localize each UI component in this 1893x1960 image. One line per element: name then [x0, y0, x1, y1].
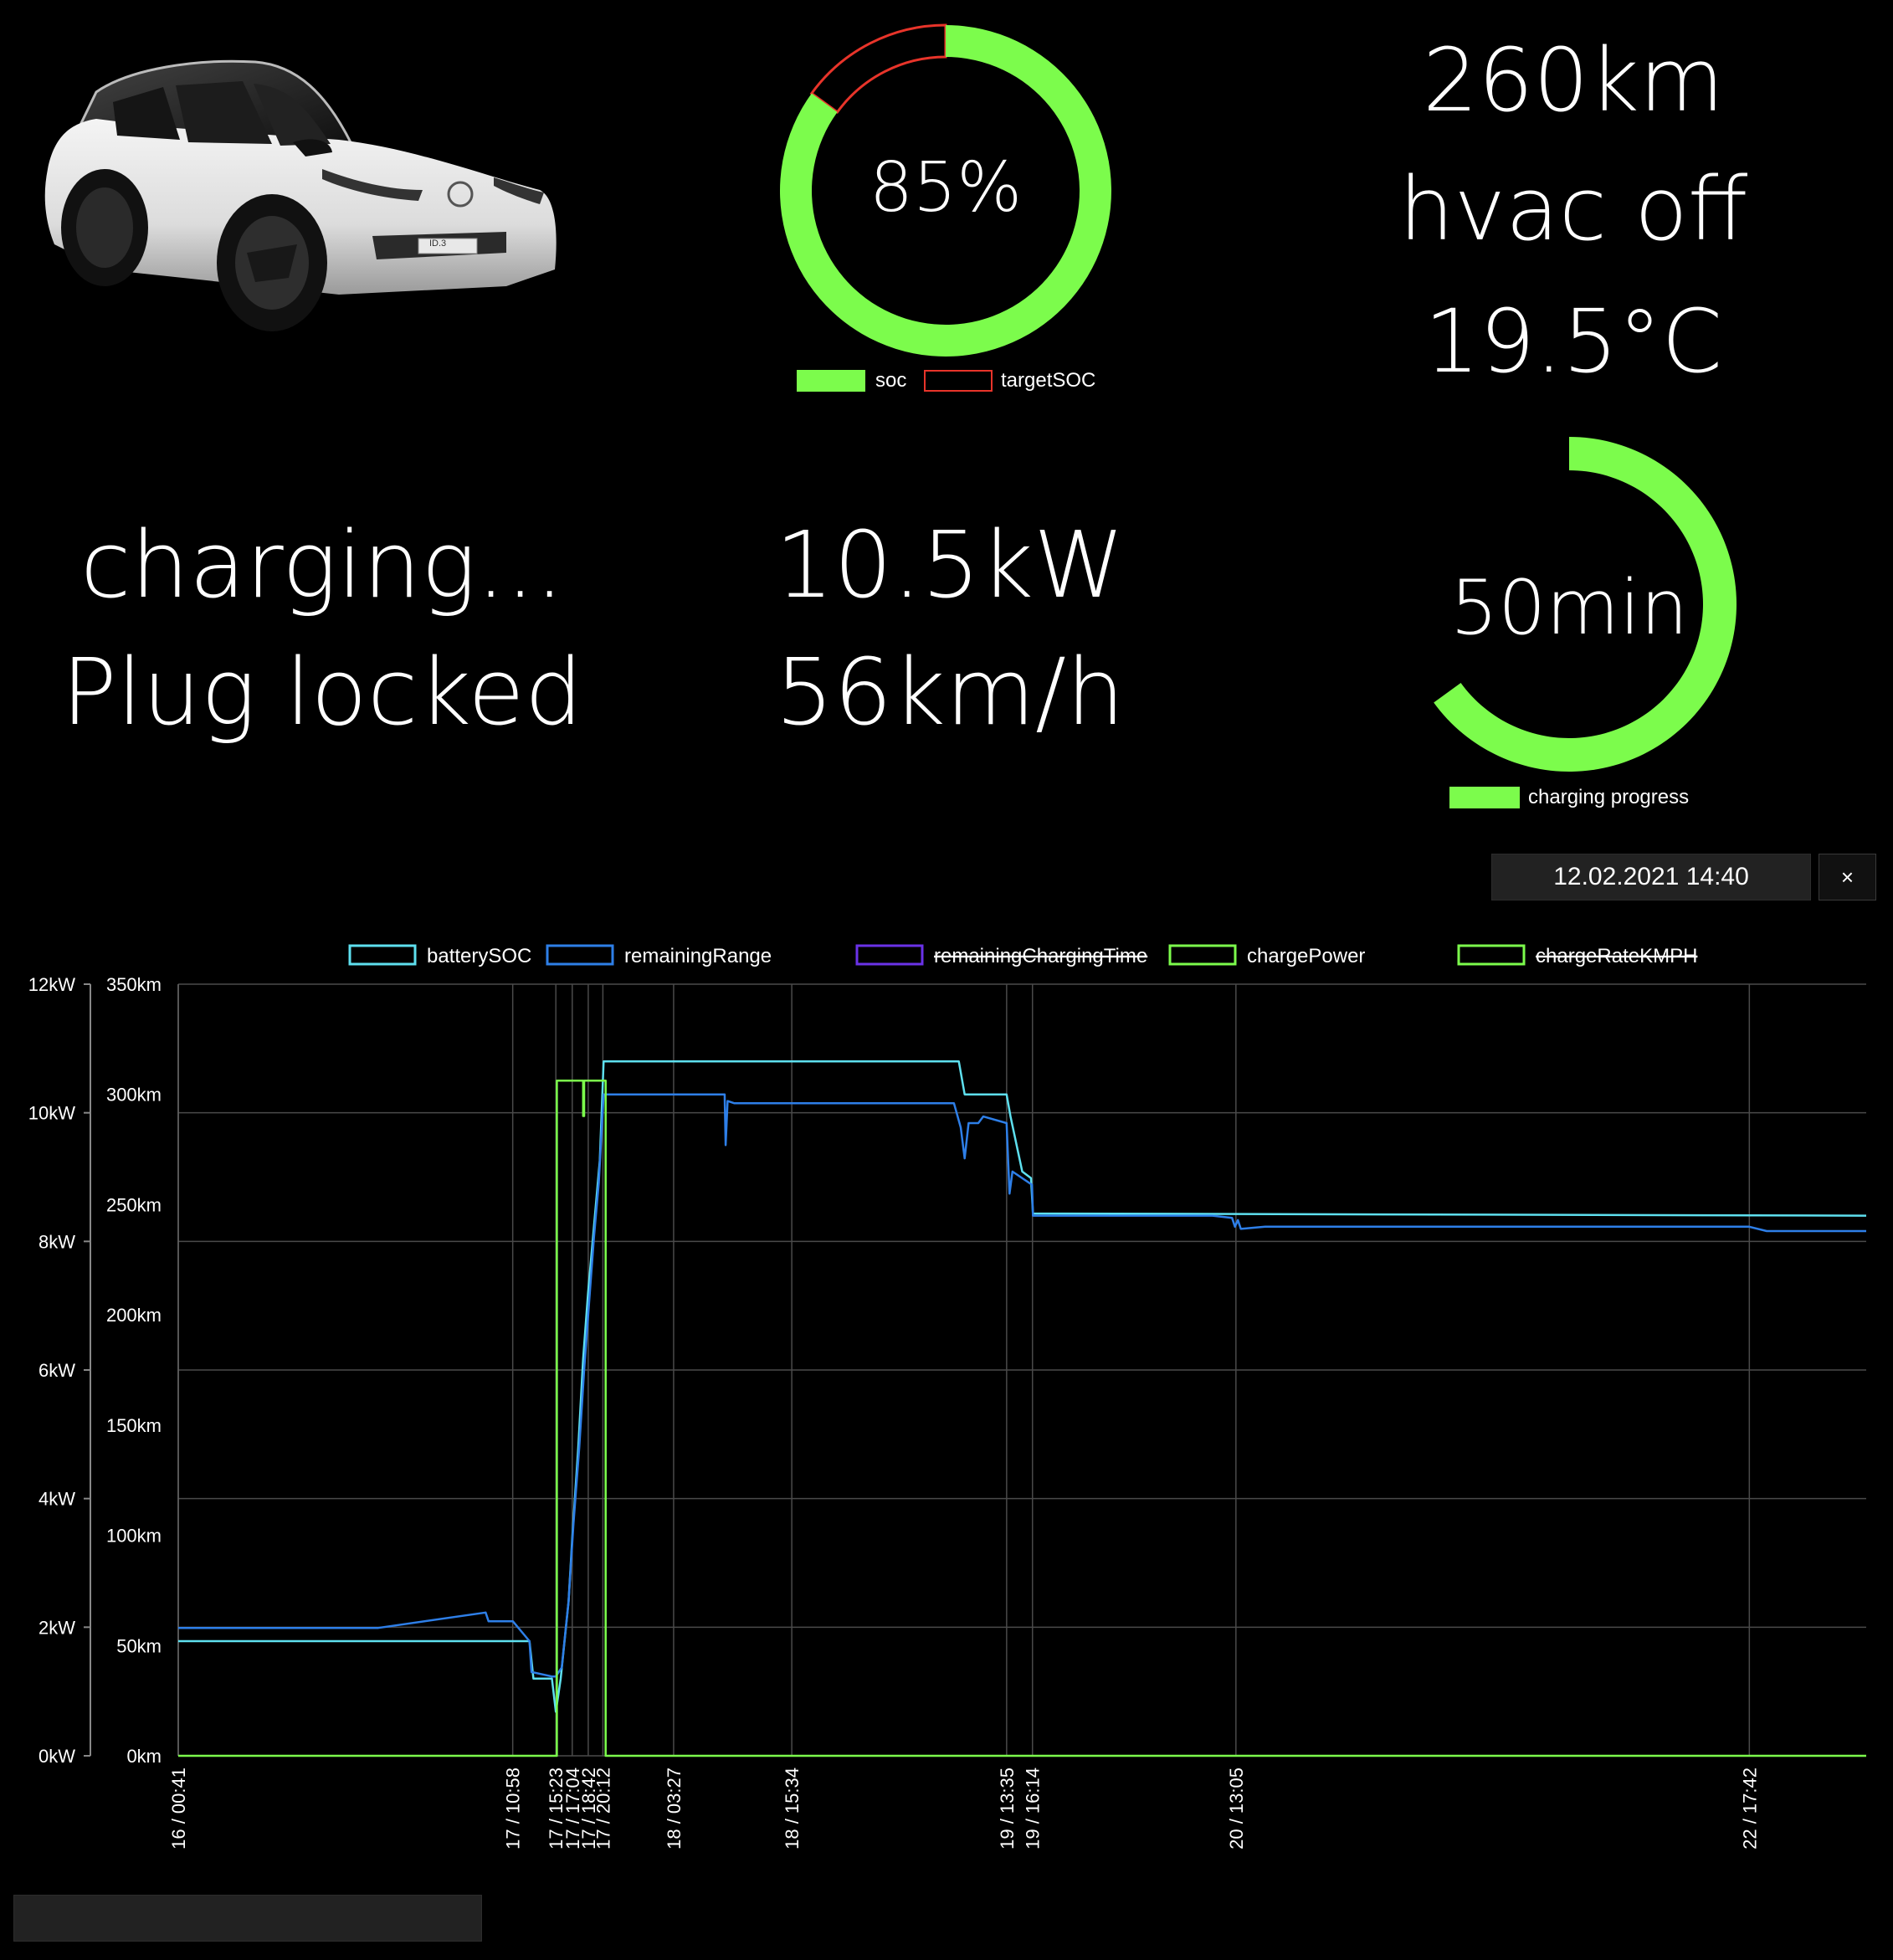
legend-swatch-batterySOC	[348, 944, 417, 966]
legend-label-chargePower: chargePower	[1247, 945, 1365, 967]
series-line-chargePower	[178, 1080, 1866, 1757]
soc-legend: soc targetSOC	[797, 368, 1131, 393]
target-soc-arc	[809, 23, 947, 115]
x-tick-label: 17 / 10:58	[503, 1768, 524, 1850]
datetime-clear-button[interactable]: ×	[1819, 854, 1876, 900]
y-left-tick-label: 8kW	[38, 1231, 75, 1252]
soc-legend-label: soc	[875, 369, 907, 392]
car-image: ID.3	[38, 44, 590, 336]
x-tick-label: 16 / 00:41	[168, 1768, 189, 1850]
x-tick-label: 20 / 13:05	[1226, 1768, 1247, 1850]
temperature-value: 19.5°C	[1424, 290, 1723, 393]
y-left-tick-label: 4kW	[38, 1489, 75, 1510]
y-right-tick-label: 250km	[106, 1194, 162, 1215]
y-right-tick-label: 0km	[126, 1746, 162, 1767]
y-right-tick-label: 200km	[106, 1305, 162, 1326]
y-left-tick-label: 6kW	[38, 1360, 75, 1381]
chart-lines	[178, 1060, 1867, 1757]
history-chart: batterySOC remainingRange remainingChargin…	[28, 944, 1867, 1850]
x-tick-label: 22 / 17:42	[1739, 1768, 1760, 1850]
y-right-tick-label: 150km	[106, 1415, 162, 1436]
progress-legend-swatch	[1449, 787, 1520, 808]
charging-state: charging...	[80, 511, 565, 618]
x-tick-label: 18 / 03:27	[664, 1768, 685, 1850]
y-right-tick-label: 300km	[106, 1085, 162, 1106]
target-soc-legend-swatch	[924, 370, 993, 392]
x-tick-label: 19 / 13:35	[997, 1768, 1018, 1850]
y-right-tick-label: 50km	[116, 1635, 162, 1656]
legend-swatch-remainingRange	[546, 944, 614, 966]
hvac-status: hvac off	[1398, 158, 1748, 260]
y-left-tick-label: 10kW	[28, 1103, 75, 1124]
range-value: 260km	[1422, 29, 1725, 131]
target-soc-legend-label: targetSOC	[1001, 369, 1096, 392]
datetime-input[interactable]	[1491, 854, 1811, 900]
chart-legend: batterySOC remainingRange remainingChargin…	[348, 944, 1697, 967]
plug-status: Plug locked	[61, 639, 583, 746]
legend-label-remainingChargingTime: remainingChargingTime	[934, 945, 1147, 967]
legend-label-remainingRange: remainingRange	[624, 945, 772, 967]
charge-power-value: 10.5kW	[775, 511, 1125, 618]
x-tick-label: 17 / 20:12	[593, 1768, 613, 1850]
car-badge-label: ID.3	[429, 239, 447, 249]
bottom-input-field[interactable]	[13, 1895, 482, 1942]
y-left-tick-label: 2kW	[38, 1617, 75, 1638]
charge-rate-value: 56km/h	[775, 639, 1125, 746]
legend-label-batterySOC: batterySOC	[427, 945, 531, 967]
chart-grid	[177, 983, 1866, 1757]
legend-swatch-chargeRateKMPH	[1457, 944, 1526, 966]
y-right-tick-label: 100km	[106, 1526, 162, 1547]
y-left-tick-label: 12kW	[28, 974, 75, 995]
soc-gauge: 85%	[770, 15, 1121, 367]
series-line-remainingRange	[178, 1093, 1866, 1678]
car-illustration	[44, 59, 557, 331]
soc-value: 85%	[869, 148, 1023, 228]
y-left-tick-label: 0kW	[38, 1746, 75, 1767]
progress-legend-label: charging progress	[1528, 786, 1690, 808]
charging-progress-gauge: 50min	[1393, 428, 1745, 780]
chart-axes: 0kW 2kW 4kW 6kW 8kW 10kW 12kW 0km 50km 100km 150km…	[28, 974, 1761, 1850]
x-tick-label: 19 / 16:14	[1023, 1768, 1044, 1850]
legend-swatch-chargePower	[1168, 944, 1237, 966]
legend-label-chargeRateKMPH: chargeRateKMPH	[1536, 945, 1697, 967]
soc-legend-swatch	[797, 370, 865, 392]
remaining-time-value: 50min	[1449, 564, 1689, 652]
y-right-tick-label: 350km	[106, 974, 162, 995]
progress-legend: charging progress	[1449, 785, 1751, 810]
series-line-batterySOC	[178, 1060, 1867, 1713]
x-tick-label: 18 / 15:34	[782, 1768, 803, 1850]
legend-swatch-remainingChargingTime	[855, 944, 924, 966]
